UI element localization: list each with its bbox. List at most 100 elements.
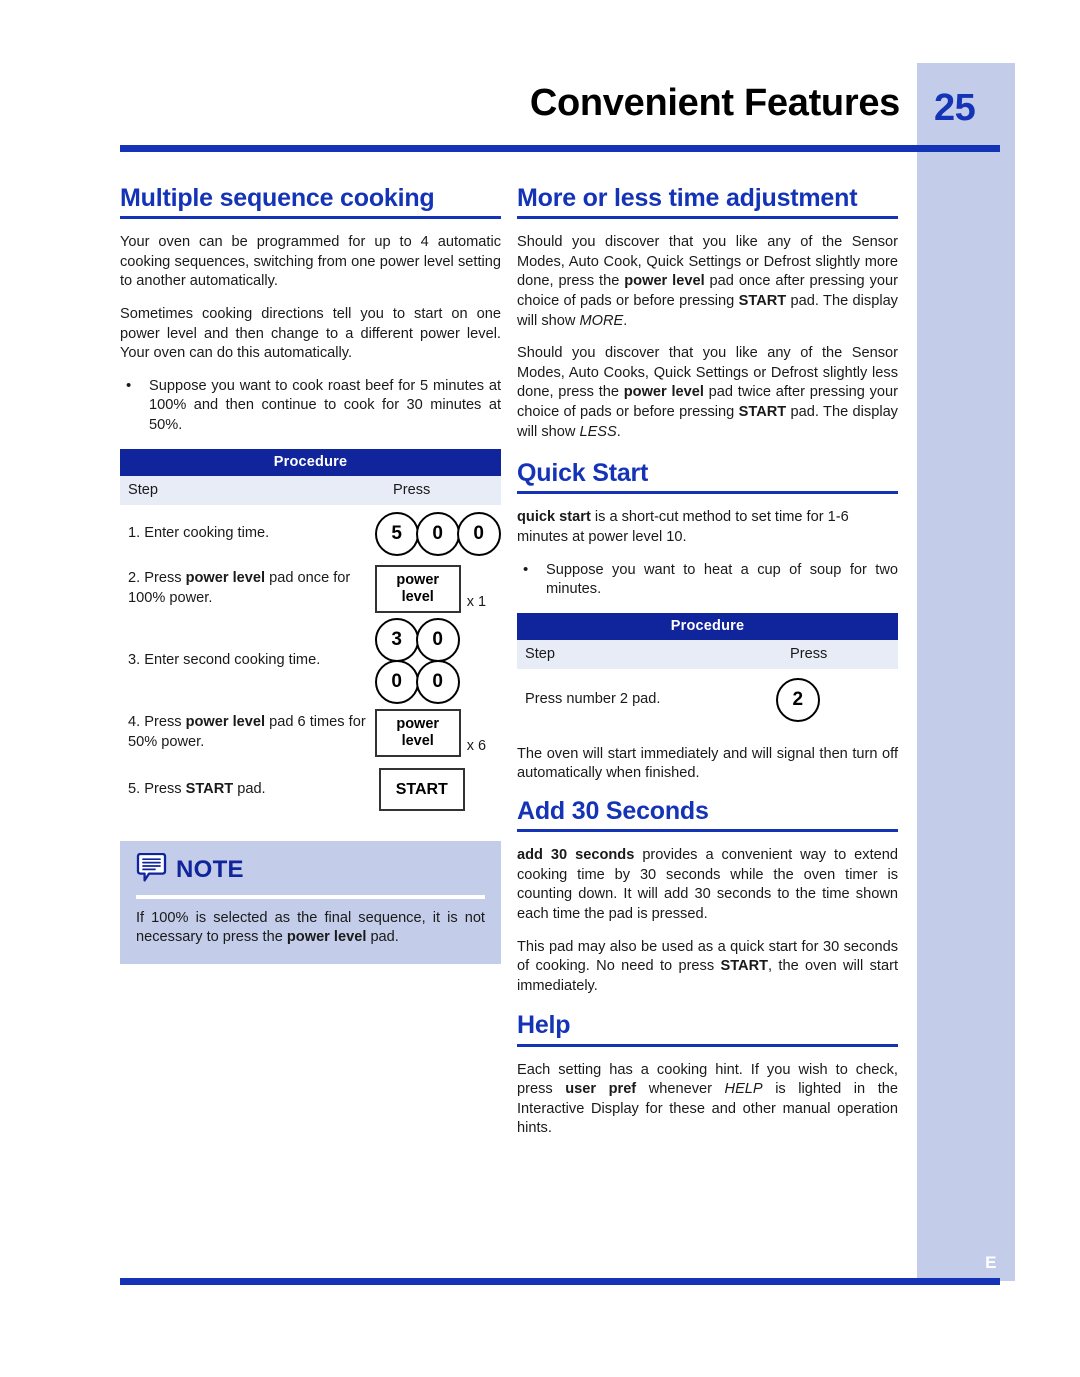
heading-rule bbox=[517, 491, 898, 495]
table-row: 4. Press power level pad 6 times for 50%… bbox=[120, 707, 501, 759]
table-row: 2. Press power level pad once for 100% p… bbox=[120, 563, 501, 615]
keypad-row: 0 0 bbox=[374, 659, 460, 704]
step-number: 3. bbox=[128, 651, 141, 668]
press-keys: power level x 1 bbox=[374, 564, 501, 613]
start-pad-button[interactable]: START bbox=[378, 768, 465, 812]
note-callout-box: NOTE If 100% is selected as the final se… bbox=[120, 840, 501, 964]
keypad-group: 5 0 0 bbox=[374, 511, 501, 556]
keypad-group: 3 0 0 0 bbox=[374, 617, 460, 704]
step-text: Press number 2 pad. bbox=[525, 691, 661, 708]
list-item: Suppose you want to cook roast beef for … bbox=[120, 376, 501, 436]
heading-help: Help bbox=[517, 1011, 571, 1040]
paragraph-add-30-2: This pad may also be used as a quick sta… bbox=[517, 938, 898, 997]
text-run-bold: power level bbox=[624, 273, 705, 290]
key-circle-button[interactable]: 2 bbox=[775, 677, 820, 722]
heading-add-30-seconds: Add 30 Seconds bbox=[517, 797, 709, 825]
key-circle-button[interactable]: 0 bbox=[456, 511, 501, 556]
procedure-title: Procedure bbox=[517, 612, 898, 640]
heading-rule bbox=[517, 1043, 898, 1047]
bullet-list-quick-start: Suppose you want to heat a cup of soup f… bbox=[517, 560, 898, 600]
note-body-text: If 100% is selected as the final sequenc… bbox=[136, 909, 485, 948]
text-run-bold: user pref bbox=[565, 1081, 637, 1098]
text-run: . bbox=[623, 312, 628, 329]
heading-rule bbox=[517, 216, 898, 220]
text-run: whenever bbox=[636, 1081, 725, 1098]
paragraph-add-30-1: add 30 seconds provides a convenient way… bbox=[517, 846, 898, 924]
text-run-italic: HELP bbox=[724, 1081, 763, 1098]
paragraph-help: Each setting has a cooking hint. If you … bbox=[517, 1061, 898, 1139]
bullet-list-example: Suppose you want to cook roast beef for … bbox=[120, 376, 501, 436]
heading-rule bbox=[517, 829, 898, 833]
note-text-bold: power level bbox=[286, 929, 367, 946]
step-text: 2. Press power level pad once for 100% p… bbox=[120, 569, 375, 608]
power-level-pad-button[interactable]: power level bbox=[374, 708, 461, 757]
press-keys: 5 0 0 bbox=[374, 511, 501, 556]
section-more-or-less-time-adjustment: More or less time adjustment Should you … bbox=[517, 185, 898, 442]
heading-rule bbox=[120, 216, 501, 220]
step-label-bold: START bbox=[185, 780, 234, 797]
step-label-post: pad. bbox=[233, 780, 266, 797]
table-row: 3. Enter second cooking time. 3 0 0 0 bbox=[120, 615, 501, 707]
page-side-tab bbox=[917, 63, 1015, 1281]
step-label-pre: Press bbox=[144, 570, 186, 586]
step-text: 1. Enter cooking time. bbox=[120, 524, 375, 544]
press-keys: power level x 6 bbox=[374, 708, 501, 757]
text-run-bold: power level bbox=[623, 384, 704, 401]
table-row: 1. Enter cooking time. 5 0 0 bbox=[120, 505, 501, 563]
procedure-title: Procedure bbox=[120, 448, 501, 476]
keypad-row: 3 0 bbox=[374, 617, 460, 662]
press-count-multiplier: x 6 bbox=[466, 737, 487, 754]
section-quick-start: Quick Start quick start is a short-cut m… bbox=[517, 460, 898, 784]
key-circle-button[interactable]: 0 bbox=[415, 617, 460, 662]
paragraph-quick-start: quick start is a short-cut method to set… bbox=[517, 508, 898, 547]
procedure-column-headers: Step Press bbox=[120, 475, 501, 505]
pad-label-line1: power bbox=[396, 571, 440, 588]
step-number: 1. bbox=[128, 524, 141, 541]
key-circle-button[interactable]: 3 bbox=[374, 617, 419, 662]
key-circle-button[interactable]: 0 bbox=[415, 511, 460, 556]
paragraph-intro-1: Your oven can be programmed for up to 4 … bbox=[120, 234, 501, 290]
text-run-italic: MORE bbox=[579, 312, 624, 329]
step-label: Enter cooking time. bbox=[144, 524, 270, 541]
step-text: 4. Press power level pad 6 times for 50%… bbox=[120, 713, 375, 752]
heading-multiple-sequence-cooking: Multiple sequence cooking bbox=[120, 184, 435, 212]
press-keys: START bbox=[367, 768, 501, 812]
text-run-bold: START bbox=[720, 958, 769, 975]
key-circle-button[interactable]: 0 bbox=[415, 659, 460, 704]
side-tab-letter: E bbox=[985, 1253, 997, 1272]
power-level-pad-button[interactable]: power level bbox=[374, 564, 461, 613]
footer-rule bbox=[120, 1278, 1000, 1285]
header-rule bbox=[120, 145, 1000, 152]
paragraph-less: Should you discover that you like any of… bbox=[517, 344, 898, 442]
section-help: Help Each setting has a cooking hint. If… bbox=[517, 1012, 898, 1139]
heading-more-or-less-time-adjustment: More or less time adjustment bbox=[517, 184, 858, 212]
pad-label-line2: level bbox=[401, 588, 434, 605]
press-keys: 2 bbox=[764, 677, 898, 722]
column-header-press: Press bbox=[393, 481, 431, 498]
table-row: 5. Press START pad. START bbox=[120, 759, 501, 821]
right-column: More or less time adjustment Should you … bbox=[517, 185, 898, 1152]
text-run-italic: LESS bbox=[579, 423, 617, 440]
key-circle-button[interactable]: 0 bbox=[374, 659, 419, 704]
step-label-pre: Press bbox=[144, 780, 186, 797]
note-title: NOTE bbox=[176, 855, 244, 883]
procedure-table-quick-start: Procedure Step Press Press number 2 pad.… bbox=[517, 612, 898, 731]
step-label-bold: power level bbox=[185, 714, 266, 730]
page-number: 25 bbox=[934, 87, 976, 129]
pad-label-line1: power bbox=[396, 715, 440, 732]
note-text-post: pad. bbox=[366, 929, 399, 946]
procedure-column-headers: Step Press bbox=[517, 639, 898, 669]
section-multiple-sequence-cooking: Multiple sequence cooking Your oven can … bbox=[120, 185, 501, 821]
step-label-pre: Press bbox=[144, 714, 186, 730]
pad-label-line2: level bbox=[401, 732, 434, 749]
procedure-table-multiple-sequence: Procedure Step Press 1. Enter cooking ti… bbox=[120, 448, 501, 821]
paragraph-intro-2: Sometimes cooking directions tell you to… bbox=[120, 306, 501, 362]
key-circle-button[interactable]: 5 bbox=[374, 511, 419, 556]
text-run: . bbox=[616, 423, 621, 440]
step-number: 5. bbox=[128, 780, 141, 797]
note-header: NOTE bbox=[136, 852, 485, 895]
step-text: 3. Enter second cooking time. bbox=[120, 651, 375, 671]
page-title: Convenient Features bbox=[529, 82, 900, 124]
column-header-press: Press bbox=[790, 645, 828, 662]
text-run-bold: quick start bbox=[517, 509, 591, 526]
